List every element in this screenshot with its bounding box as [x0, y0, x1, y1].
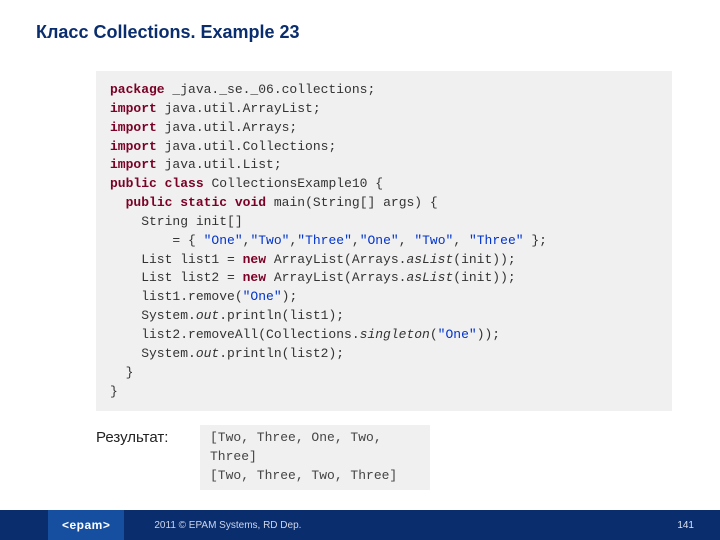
str-6: "Three"	[469, 233, 524, 248]
code-block: package _java._se._06.collections; impor…	[96, 71, 672, 411]
list1-a: List list1 =	[110, 252, 243, 267]
close-method: }	[110, 365, 133, 380]
class-name: CollectionsExample10 {	[204, 176, 383, 191]
kw-import: import	[110, 139, 157, 154]
rem2-c: ));	[477, 327, 500, 342]
comma: ,	[352, 233, 360, 248]
print1-a: System.	[110, 308, 196, 323]
import-1: java.util.ArrayList;	[157, 101, 321, 116]
list2-c: (init));	[453, 270, 515, 285]
out: out	[196, 346, 219, 361]
init-eq: = {	[110, 233, 204, 248]
import-2: java.util.Arrays;	[157, 120, 297, 135]
init-decl: String init[]	[110, 214, 243, 229]
pkg-name: _java._se._06.collections;	[165, 82, 376, 97]
import-3: java.util.Collections;	[157, 139, 336, 154]
str-4: "One"	[360, 233, 399, 248]
aslist: asList	[406, 270, 453, 285]
slide-title: Класс Collections. Example 23	[0, 0, 720, 43]
result-label: Результат:	[96, 425, 200, 446]
epam-logo: <epam>	[48, 510, 124, 540]
str-3: "Three"	[297, 233, 352, 248]
kw-new: new	[243, 252, 266, 267]
str-1: "One"	[204, 233, 243, 248]
close-class: }	[110, 384, 118, 399]
kw-import: import	[110, 157, 157, 172]
kw-public: public	[110, 176, 157, 191]
print2-a: System.	[110, 346, 196, 361]
str-2: "Two"	[250, 233, 289, 248]
copyright: 2011 © EPAM Systems, RD Dep.	[154, 520, 301, 531]
kw-public: public	[126, 195, 173, 210]
list2-a: List list2 =	[110, 270, 243, 285]
rem2-b: (	[430, 327, 438, 342]
arr-close: };	[524, 233, 547, 248]
print1-b: .println(list1);	[219, 308, 344, 323]
kw-class: class	[165, 176, 204, 191]
str-one: "One"	[243, 289, 282, 304]
print2-b: .println(list2);	[219, 346, 344, 361]
kw-new: new	[243, 270, 266, 285]
rem1-b: );	[282, 289, 298, 304]
rem1-a: list1.remove(	[110, 289, 243, 304]
main-sig: main(String[] args) {	[266, 195, 438, 210]
kw-void: void	[235, 195, 266, 210]
kw-package: package	[110, 82, 165, 97]
page-number: 141	[677, 520, 694, 531]
import-4: java.util.List;	[157, 157, 282, 172]
result-output: [Two, Three, One, Two, Three] [Two, Thre…	[200, 425, 430, 490]
list1-b: ArrayList(Arrays.	[266, 252, 406, 267]
list1-c: (init));	[453, 252, 515, 267]
kw-import: import	[110, 120, 157, 135]
result-row: Результат: [Two, Three, One, Two, Three]…	[96, 425, 720, 490]
singleton: singleton	[360, 327, 430, 342]
comma: ,	[399, 233, 415, 248]
str-5: "Two"	[414, 233, 453, 248]
footer: <epam> 2011 © EPAM Systems, RD Dep. 141	[0, 510, 720, 540]
comma: ,	[453, 233, 469, 248]
kw-import: import	[110, 101, 157, 116]
str-one: "One"	[438, 327, 477, 342]
rem2-a: list2.removeAll(Collections.	[110, 327, 360, 342]
aslist: asList	[406, 252, 453, 267]
out: out	[196, 308, 219, 323]
list2-b: ArrayList(Arrays.	[266, 270, 406, 285]
kw-static: static	[180, 195, 227, 210]
